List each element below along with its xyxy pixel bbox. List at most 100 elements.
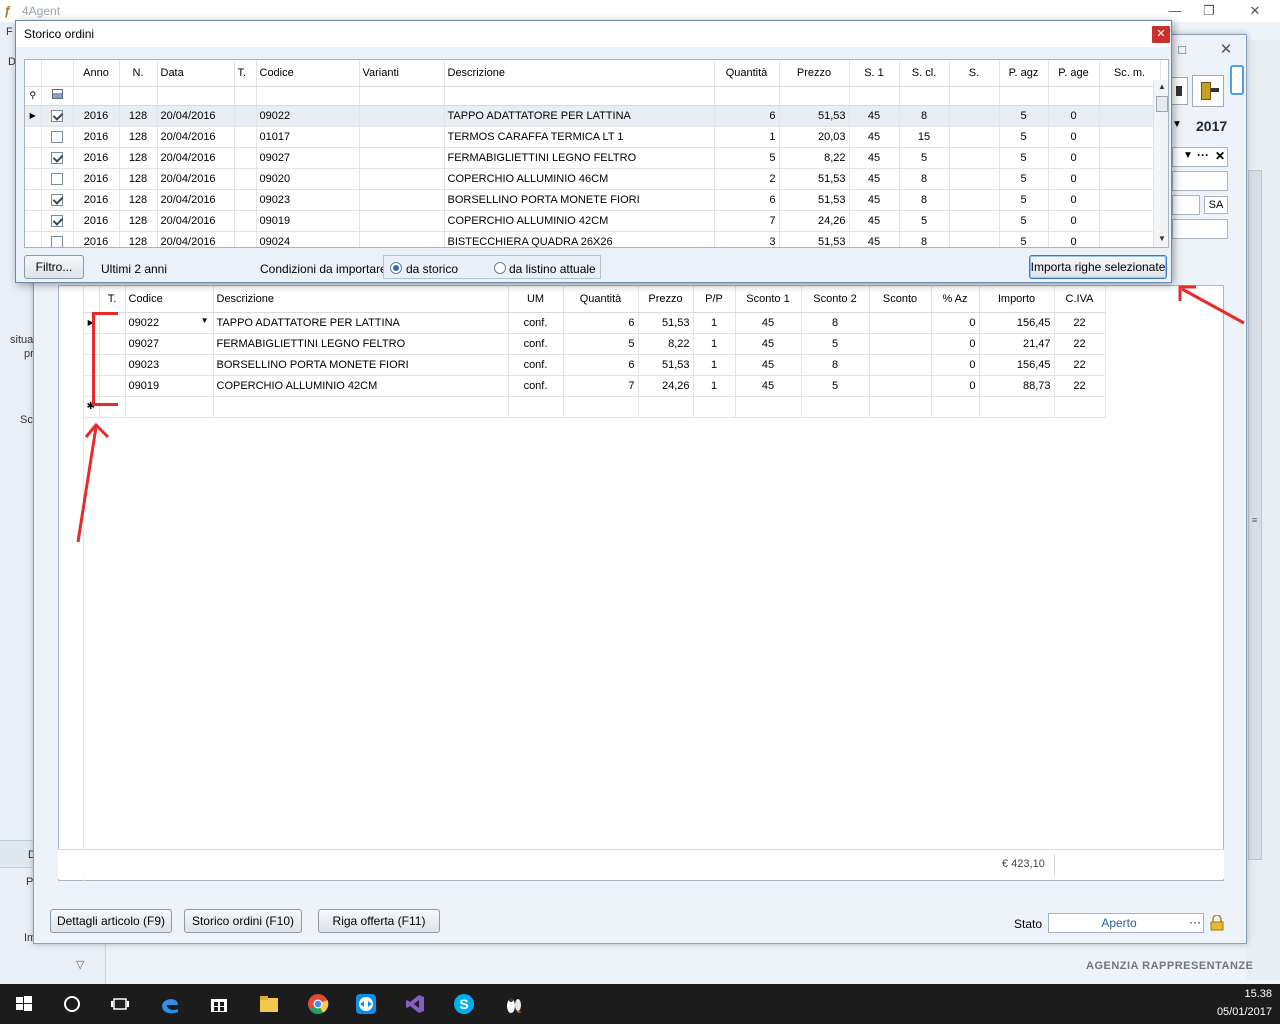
row-select-checkbox[interactable]: [51, 130, 63, 143]
cell-codice[interactable]: 09019: [125, 375, 214, 397]
table-row[interactable]: 2016 128 20/04/2016 09023 BORSELLINO PORTA M…: [25, 189, 1161, 211]
col-codice[interactable]: Codice: [256, 60, 360, 87]
cell-codice[interactable]: 09024: [256, 231, 360, 247]
task-view-icon[interactable]: [108, 992, 132, 1016]
cell-t[interactable]: [234, 105, 257, 127]
chevron-down-icon[interactable]: ▼: [1183, 150, 1193, 161]
cell-page[interactable]: 0: [1048, 231, 1100, 247]
cell-s1[interactable]: 45: [849, 168, 900, 190]
cell-empty[interactable]: [213, 396, 509, 418]
cell-descrizione[interactable]: TAPPO ADATTATORE PER LATTINA: [444, 105, 715, 127]
row-select-checkbox[interactable]: [51, 172, 63, 185]
table-row[interactable]: 2016 128 20/04/2016 09027 FERMABIGLIETTINI L…: [25, 147, 1161, 169]
col-pp[interactable]: P/P: [693, 286, 736, 313]
agent-field[interactable]: ▼ ··· ✕: [1172, 147, 1228, 167]
cell-t[interactable]: [234, 126, 257, 148]
status-field[interactable]: Aperto ···: [1048, 913, 1204, 933]
cell-sconto[interactable]: [869, 375, 932, 397]
col-prezzo[interactable]: Prezzo: [638, 286, 694, 313]
cell-sconto[interactable]: [869, 333, 932, 355]
cell-descrizione[interactable]: TERMOS CARAFFA TERMICA LT 1: [444, 126, 715, 148]
col-anno[interactable]: Anno: [73, 60, 120, 87]
minimize-icon[interactable]: —: [1160, 2, 1190, 20]
row-select-checkbox[interactable]: [51, 235, 63, 247]
more-icon[interactable]: ···: [1197, 148, 1209, 162]
scroll-up-icon[interactable]: ▲: [1156, 82, 1168, 94]
cell-n[interactable]: 128: [119, 189, 158, 211]
select-cell[interactable]: [41, 189, 74, 211]
filter-button[interactable]: Filtro...: [24, 255, 84, 279]
cell-anno[interactable]: 2016: [73, 231, 120, 247]
cell-scm[interactable]: [1099, 189, 1161, 211]
table-row[interactable]: 09019 COPERCHIO ALLUMINIO 42CM conf. 7 2…: [83, 375, 1106, 397]
col-sconto2[interactable]: Sconto 2: [801, 286, 870, 313]
cell-descrizione[interactable]: FERMABIGLIETTINI LEGNO FELTRO: [444, 147, 715, 169]
col-scl[interactable]: S. cl.: [899, 60, 950, 87]
cell-pagz[interactable]: 5: [999, 105, 1049, 127]
cell-um[interactable]: conf.: [508, 375, 564, 397]
code-field[interactable]: [1172, 195, 1200, 215]
cell-scm[interactable]: [1099, 231, 1161, 247]
cell-codice[interactable]: 09027: [125, 333, 214, 355]
col-descrizione[interactable]: Descrizione: [213, 286, 509, 313]
close-icon[interactable]: ✕: [1240, 2, 1270, 20]
filter-cell[interactable]: [119, 86, 158, 106]
cell-data[interactable]: 20/04/2016: [157, 147, 235, 169]
cell-codice[interactable]: 09022: [256, 105, 360, 127]
cell-az[interactable]: 0: [931, 375, 980, 397]
cell-sconto2[interactable]: 8: [801, 312, 870, 334]
cell-sconto2[interactable]: 5: [801, 375, 870, 397]
cell-n[interactable]: 128: [119, 147, 158, 169]
col-page[interactable]: P. age: [1048, 60, 1100, 87]
penguin-app-icon[interactable]: [502, 992, 526, 1016]
filter-cell[interactable]: [949, 86, 1000, 106]
cell-varianti[interactable]: [359, 168, 445, 190]
cell-sconto2[interactable]: 8: [801, 354, 870, 376]
filter-cell[interactable]: [779, 86, 850, 106]
chrome-icon[interactable]: [306, 992, 330, 1016]
cell-empty[interactable]: [979, 396, 1055, 418]
radio-price-list-label[interactable]: da listino attuale: [509, 262, 596, 276]
col-s[interactable]: S.: [949, 60, 1000, 87]
filter-cell[interactable]: [999, 86, 1049, 106]
filter-cell[interactable]: [444, 86, 715, 106]
cell-pp[interactable]: 1: [693, 312, 736, 334]
cell-s1[interactable]: 45: [849, 210, 900, 232]
cell-sconto[interactable]: [869, 312, 932, 334]
radio-price-list[interactable]: [494, 262, 506, 274]
article-details-button[interactable]: Dettagli articolo (F9): [50, 909, 172, 933]
cell-anno[interactable]: 2016: [73, 210, 120, 232]
clock-time[interactable]: 15.38: [1210, 988, 1272, 1000]
cell-codice[interactable]: 09019: [256, 210, 360, 232]
cell-s[interactable]: [949, 126, 1000, 148]
cell-az[interactable]: 0: [931, 333, 980, 355]
cell-n[interactable]: 128: [119, 105, 158, 127]
cell-varianti[interactable]: [359, 126, 445, 148]
cell-anno[interactable]: 2016: [73, 126, 120, 148]
cell-sconto1[interactable]: 45: [735, 333, 802, 355]
cell-sconto2[interactable]: 5: [801, 333, 870, 355]
cell-quantita[interactable]: 2: [714, 168, 780, 190]
filter-cell[interactable]: [359, 86, 445, 106]
windows-start-icon[interactable]: [12, 992, 36, 1016]
col-s1[interactable]: S. 1: [849, 60, 900, 87]
clock-date[interactable]: 05/01/2017: [1200, 1006, 1272, 1018]
col-t[interactable]: T.: [234, 60, 257, 87]
customer-field[interactable]: [1172, 171, 1228, 191]
cell-sconto1[interactable]: 45: [735, 354, 802, 376]
scroll-thumb[interactable]: [1156, 96, 1168, 112]
cell-prezzo[interactable]: 24,26: [638, 375, 694, 397]
table-row[interactable]: 2016 128 20/04/2016 09020 COPERCHIO ALLUMINI…: [25, 168, 1161, 190]
cell-scm[interactable]: [1099, 126, 1161, 148]
col-um[interactable]: UM: [508, 286, 564, 313]
cell-scl[interactable]: 5: [899, 147, 950, 169]
cell-pp[interactable]: 1: [693, 333, 736, 355]
maximize-icon[interactable]: □: [1170, 39, 1194, 61]
cell-s[interactable]: [949, 105, 1000, 127]
cell-iva[interactable]: 22: [1054, 354, 1106, 376]
cell-anno[interactable]: 2016: [73, 189, 120, 211]
cell-codice[interactable]: 01017: [256, 126, 360, 148]
skype-icon[interactable]: S: [452, 992, 476, 1016]
select-cell[interactable]: [41, 105, 74, 127]
cell-descrizione[interactable]: COPERCHIO ALLUMINIO 46CM: [444, 168, 715, 190]
